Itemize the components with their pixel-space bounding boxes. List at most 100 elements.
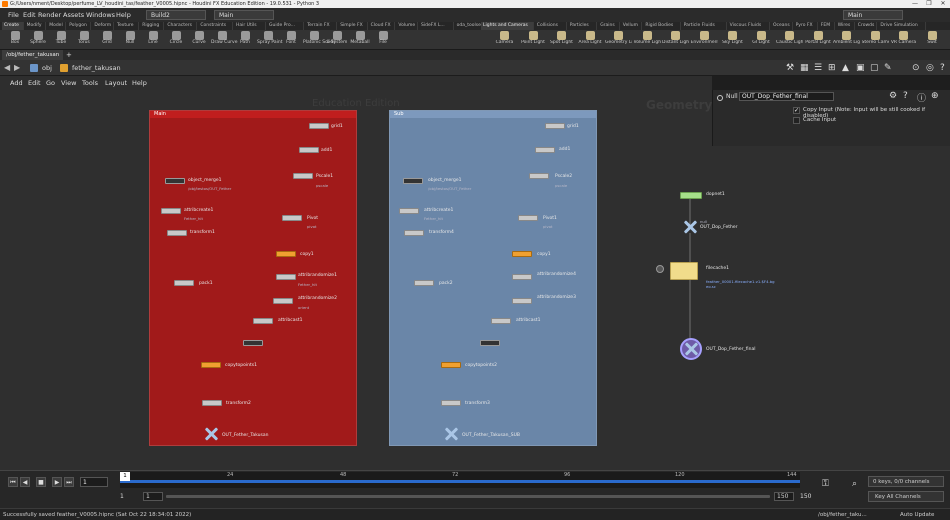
shelf-tool[interactable]: Area Light: [577, 31, 604, 49]
status-path[interactable]: /obj/fether_taku...: [818, 509, 867, 520]
shelf-tab[interactable]: Collisions: [535, 22, 567, 30]
network-pane-tab[interactable]: /obj/fether_takusan: [2, 50, 64, 60]
forward-arrow-icon[interactable]: ▶: [14, 63, 20, 72]
menu-help[interactable]: Help: [116, 8, 131, 22]
node-out-dop-fether[interactable]: [683, 220, 697, 234]
shelf-tab[interactable]: Create: [2, 22, 24, 30]
shelf-tab[interactable]: Constraints: [198, 22, 233, 30]
shelf-tool[interactable]: L-System: [326, 31, 348, 49]
shelf-tool[interactable]: Sphere: [27, 31, 49, 49]
node-switch-dark-sub[interactable]: [480, 340, 500, 346]
node-grid1-sub[interactable]: [545, 123, 565, 129]
list-view-icon[interactable]: ☰: [814, 63, 822, 73]
path-current[interactable]: fether_takusan: [72, 60, 121, 76]
jump-end-button[interactable]: ⏭: [64, 477, 74, 487]
shelf-tab[interactable]: SideFX L...: [419, 22, 454, 30]
node-out-fether-takusan[interactable]: [204, 427, 218, 441]
shelf-tool[interactable]: Grid: [96, 31, 118, 49]
bypass-flag-icon[interactable]: [656, 265, 664, 273]
shelf-tool[interactable]: Environment Light: [691, 31, 718, 49]
node-pscale1[interactable]: [293, 173, 313, 179]
node-copy1-sub[interactable]: [512, 251, 532, 257]
cache-input-checkbox[interactable]: [793, 117, 800, 124]
help-icon[interactable]: ?: [940, 63, 945, 73]
node-dopnet1[interactable]: [680, 192, 702, 199]
shelf-tab[interactable]: Drive Simulation: [878, 22, 926, 30]
gear-icon[interactable]: ⚙: [889, 91, 897, 101]
shelf-tool[interactable]: Font: [280, 31, 302, 49]
node-attribcreate1-sub[interactable]: [399, 208, 419, 214]
net-menu-go[interactable]: Go: [46, 76, 55, 90]
shelf-tab[interactable]: Viscous Fluids: [728, 22, 770, 30]
playhead[interactable]: 1: [120, 472, 130, 481]
shelf-tab[interactable]: Particle Fluids: [682, 22, 727, 30]
menu-edit[interactable]: Edit: [23, 8, 36, 22]
shelf-tab[interactable]: Rigging: [140, 22, 165, 30]
add-tab-icon[interactable]: +: [66, 50, 72, 60]
shelf-tab[interactable]: Volume: [396, 22, 418, 30]
step-back-button[interactable]: ◀: [20, 477, 30, 487]
network-box-sub[interactable]: Sub: [389, 110, 597, 446]
shelf-tool[interactable]: Spot Light: [548, 31, 575, 49]
net-menu-add[interactable]: Add: [10, 76, 23, 90]
node-pack1[interactable]: [174, 280, 194, 286]
play-button[interactable]: ▶: [52, 477, 62, 487]
net-menu-layout[interactable]: Layout: [105, 76, 127, 90]
node-object-merge1[interactable]: [165, 178, 185, 184]
range-start-field[interactable]: 1: [143, 492, 163, 501]
shelf-tool[interactable]: Caustic Light: [776, 31, 803, 49]
shelf-tool[interactable]: Path: [234, 31, 256, 49]
desktop-selector[interactable]: Main: [214, 10, 274, 20]
shelf-tool[interactable]: Null: [119, 31, 141, 49]
shelf-tab[interactable]: Rigid Bodies: [643, 22, 681, 30]
shelf-tab[interactable]: Guide Pro...: [267, 22, 305, 30]
shelf-tool[interactable]: Geometry Light: [605, 31, 632, 49]
node-switch-dark[interactable]: [243, 340, 263, 346]
menu-file[interactable]: File: [8, 8, 19, 22]
shelf-tab[interactable]: Polygon: [67, 22, 92, 30]
node-out-fether-takusan-sub[interactable]: [444, 427, 458, 441]
key-all-channels-button[interactable]: Key All Channels: [868, 491, 944, 502]
shelf-tab[interactable]: Texture: [115, 22, 140, 30]
node-attribcast1-sub[interactable]: [491, 318, 511, 324]
range-end-field[interactable]: 150: [774, 492, 794, 501]
shelf-tab[interactable]: FEM: [819, 22, 835, 30]
shelf-tab[interactable]: Lights and Cameras: [481, 22, 534, 30]
node-transform4[interactable]: [404, 230, 424, 236]
node-name-field[interactable]: OUT_Dop_Fether_final: [739, 92, 834, 101]
shelf-tool[interactable]: Box: [4, 31, 26, 49]
menu-windows[interactable]: Windows: [86, 8, 115, 22]
node-pivot[interactable]: [282, 215, 302, 221]
network-box-main[interactable]: Main: [149, 110, 357, 446]
menu-assets[interactable]: Assets: [63, 8, 84, 22]
shapes-icon[interactable]: ▲: [842, 63, 849, 73]
node-transform3[interactable]: [441, 400, 461, 406]
shelf-tool[interactable]: Platonic Solids: [303, 31, 336, 49]
frame-icon[interactable]: ⊞: [828, 63, 836, 73]
node-attribrandomize2[interactable]: [273, 298, 293, 304]
shelf-tool[interactable]: Curve: [188, 31, 210, 49]
auto-update-button[interactable]: Auto Update: [900, 509, 934, 520]
net-menu-help[interactable]: Help: [132, 76, 147, 90]
shelf-tool[interactable]: Metaball: [349, 31, 371, 49]
shelf-tool[interactable]: Portal Light: [805, 31, 832, 49]
node-transform2[interactable]: [202, 400, 222, 406]
shelf-tab[interactable]: Hair Utils: [234, 22, 266, 30]
node-copy1[interactable]: [276, 251, 296, 257]
node-pack2[interactable]: [414, 280, 434, 286]
shelf-tool[interactable]: Volume Light: [634, 31, 661, 49]
node-copytopoints2[interactable]: [441, 362, 461, 368]
maximize-button[interactable]: ❐: [922, 0, 936, 8]
shelf-tab[interactable]: Terrain FX: [305, 22, 338, 30]
shelf-tab[interactable]: Characters: [165, 22, 198, 30]
shelf-tool[interactable]: GI Light: [748, 31, 775, 49]
node-grid1[interactable]: [309, 123, 329, 129]
shelf-tab[interactable]: Modify: [25, 22, 47, 30]
shelf-tool[interactable]: Stereo Camera: [862, 31, 889, 49]
stop-button[interactable]: ■: [36, 477, 46, 487]
end-frame[interactable]: 150: [800, 493, 811, 500]
node-attribcreate1[interactable]: [161, 208, 181, 214]
shelf-tab[interactable]: Cloud FX: [369, 22, 396, 30]
node-pscale2[interactable]: [529, 173, 549, 179]
shelf-tab[interactable]: Vellum: [621, 22, 643, 30]
